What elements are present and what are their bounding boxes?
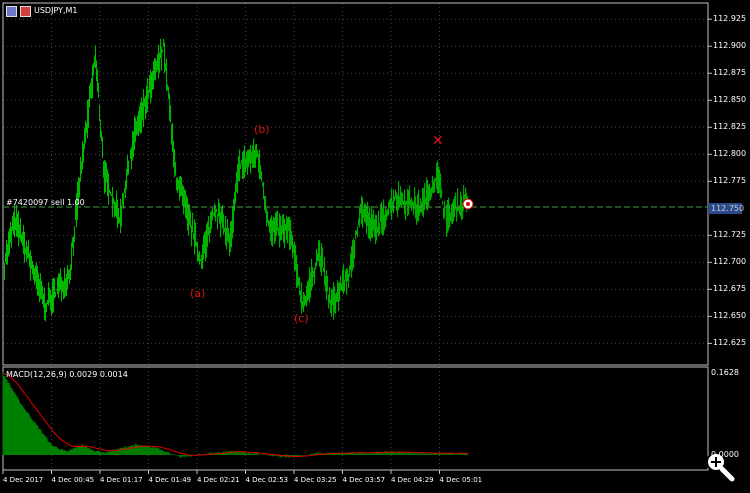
x-tick-label: 4 Dec 05:01 [439, 476, 483, 484]
y-tick-label: 112.675 [713, 284, 747, 294]
chart-canvas[interactable] [0, 0, 750, 493]
trade-marker-dot [466, 202, 470, 206]
symbol-icons [6, 6, 31, 19]
macd-axis-max: 0.1628 [711, 368, 739, 377]
y-tick-label: 112.800 [713, 149, 747, 159]
x-tick-label: 4 Dec 01:49 [148, 476, 192, 484]
y-tick-label: 112.650 [713, 311, 747, 321]
x-tick-label: 4 Dec 03:57 [342, 476, 386, 484]
x-tick-label: 4 Dec 00:45 [51, 476, 95, 484]
annotation-a: (a) [190, 287, 206, 300]
y-tick-label: 112.700 [713, 257, 747, 267]
annotation-x-icon: ✕ [432, 133, 444, 149]
annotation-c: (c) [294, 312, 309, 325]
x-tick-label: 4 Dec 02:53 [245, 476, 289, 484]
macd-signal-line [2, 372, 469, 457]
x-tick-label: 4 Dec 01:17 [100, 476, 143, 484]
y-tick-label: 112.825 [713, 122, 747, 132]
y-tick-label: 112.875 [713, 68, 747, 78]
y-tick-label: 112.625 [713, 338, 747, 348]
flag-icon [19, 6, 31, 17]
y-tick-label: 112.725 [713, 230, 747, 240]
y-tick-label: 112.900 [713, 41, 747, 51]
y-tick-label: 112.925 [713, 14, 747, 24]
chart-title: USDJPY,M1 [34, 6, 78, 15]
axes [2, 18, 712, 474]
annotation-b: (b) [254, 123, 270, 136]
macd-label: MACD(12,26,9) 0.0029 0.0014 [6, 370, 128, 379]
y-tick-label: 112.850 [713, 95, 747, 105]
x-tick-label: 4 Dec 04:29 [391, 476, 434, 484]
current-price-label: 112.750 [711, 204, 745, 213]
x-tick-label: 4 Dec 2017 [3, 476, 44, 484]
x-tick-label: 4 Dec 03:25 [294, 476, 337, 484]
macd-axis-zero: 0.0000 [711, 450, 739, 459]
flag-icon [6, 6, 17, 17]
macd-histogram [2, 372, 469, 459]
trade-label: #7420097 sell 1.00 [6, 198, 85, 207]
y-tick-label: 112.775 [713, 176, 747, 186]
price-bars [4, 38, 469, 322]
x-tick-label: 4 Dec 02:21 [197, 476, 240, 484]
